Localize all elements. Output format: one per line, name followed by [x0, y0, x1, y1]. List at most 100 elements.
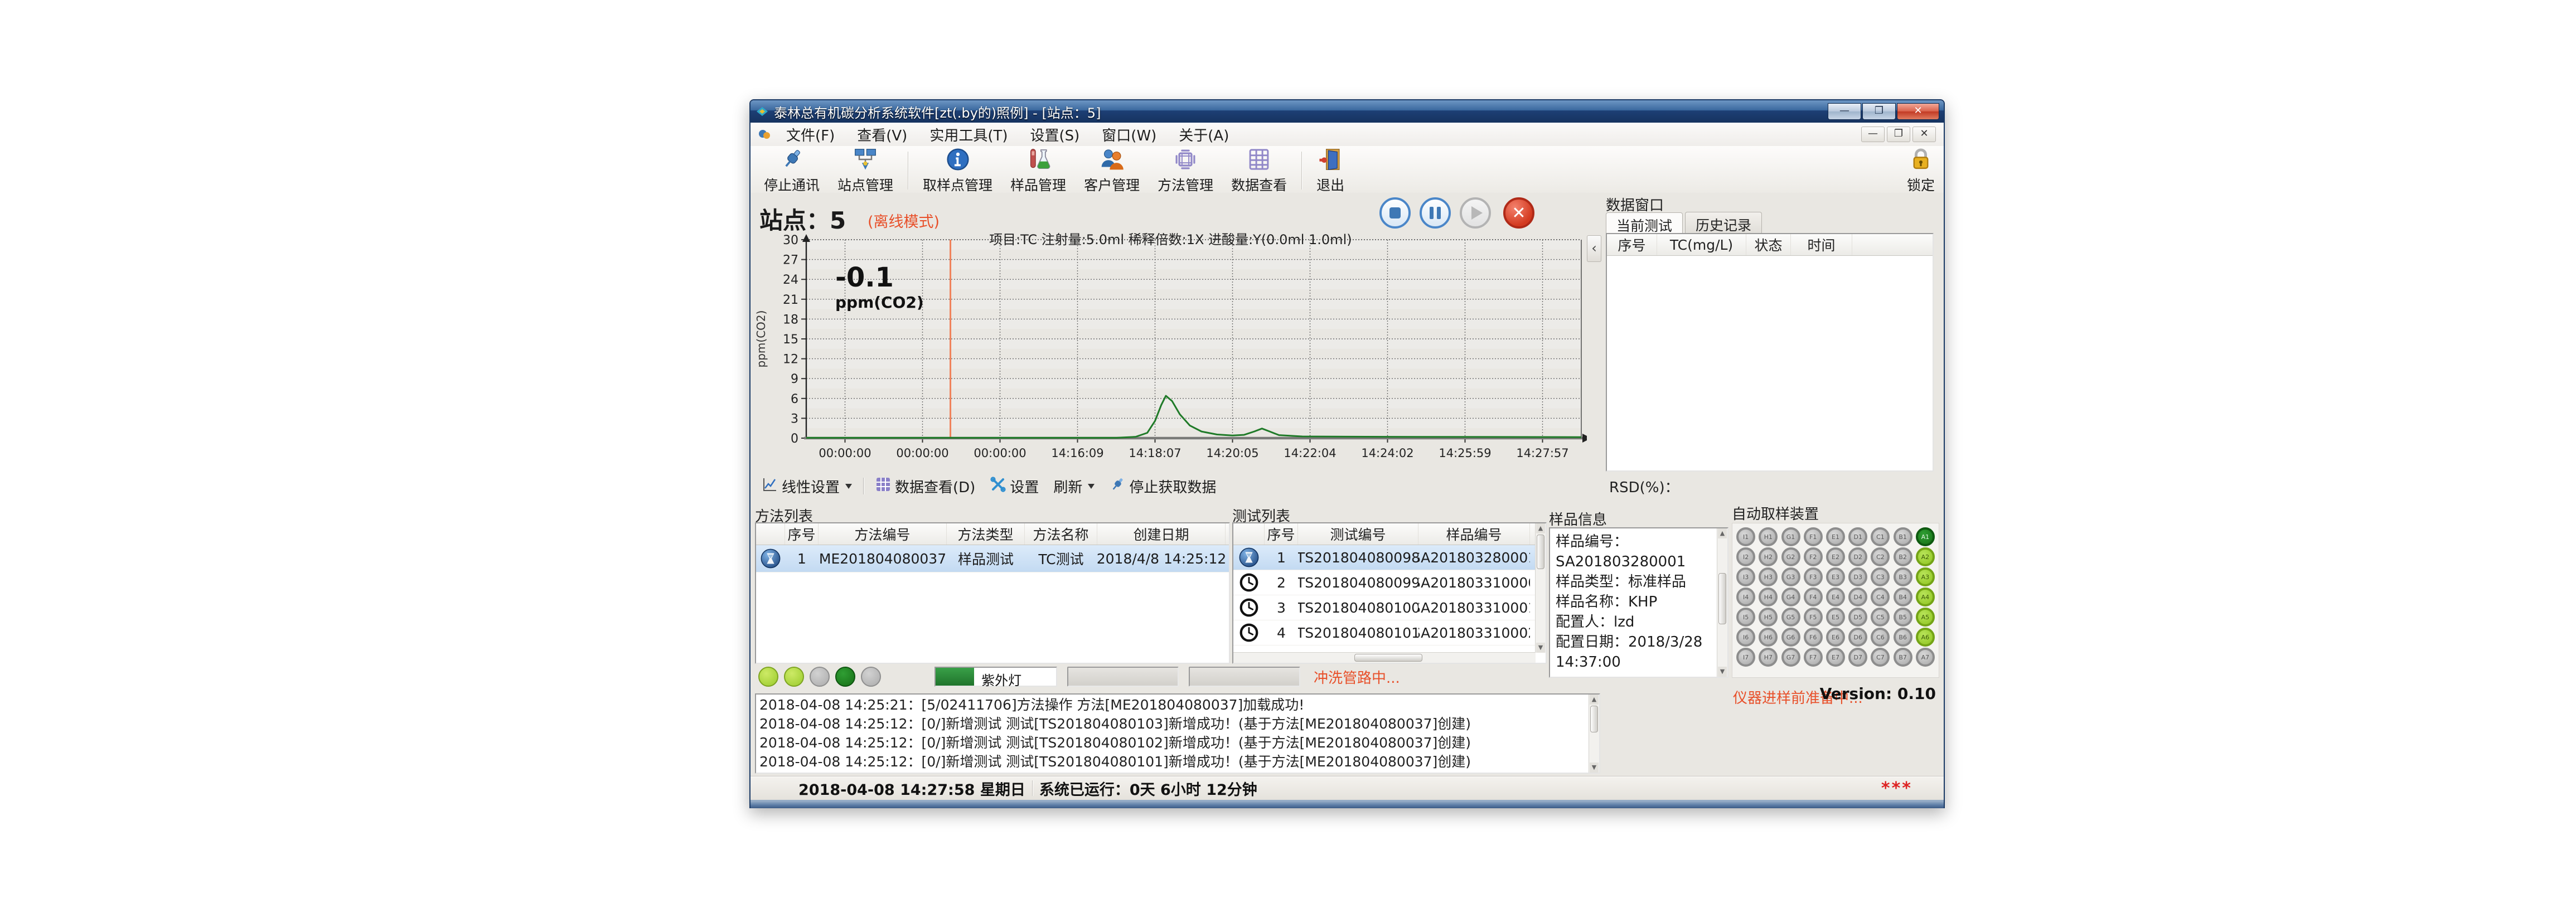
test-row[interactable]: 3TS201804080100SA201803310001: [1233, 595, 1546, 620]
test-row[interactable]: 1TS201804080098SA201803280001: [1233, 545, 1546, 570]
autosampler-grid[interactable]: I1H1G1F1E1D1C1B1A1I2H2G2F2E2D2C2B2A2I3H3…: [1732, 523, 1939, 678]
method-col-4[interactable]: 方法名称: [1025, 523, 1097, 545]
vial-C7[interactable]: C7: [1871, 648, 1890, 667]
vial-C6[interactable]: C6: [1871, 628, 1890, 647]
vial-C4[interactable]: C4: [1871, 588, 1890, 606]
result-col-2[interactable]: TC(mg/L): [1657, 234, 1746, 255]
刷新-button[interactable]: 刷新: [1048, 474, 1100, 498]
vial-H3[interactable]: H3: [1759, 567, 1778, 586]
vial-B4[interactable]: B4: [1894, 588, 1912, 606]
vial-H5[interactable]: H5: [1759, 608, 1778, 627]
minimize-button[interactable]: —: [1828, 103, 1861, 120]
vial-D2[interactable]: D2: [1848, 547, 1867, 566]
vial-G5[interactable]: G5: [1781, 608, 1800, 627]
vial-G7[interactable]: G7: [1781, 648, 1800, 667]
sample-info-scrollbar[interactable]: ▲▼: [1717, 528, 1727, 677]
vial-D6[interactable]: D6: [1848, 628, 1867, 647]
scroll-up-arrow[interactable]: ▲: [1536, 523, 1545, 533]
vial-H2[interactable]: H2: [1759, 547, 1778, 566]
vial-E4[interactable]: E4: [1826, 588, 1845, 606]
test-row[interactable]: 4TS201804080101SA201803310002: [1233, 620, 1546, 645]
vial-B5[interactable]: B5: [1894, 608, 1912, 627]
vial-D1[interactable]: D1: [1848, 527, 1867, 546]
数据查看(D)-button[interactable]: 数据查看(D): [869, 474, 981, 498]
数据查看-button[interactable]: 数据查看: [1222, 147, 1296, 194]
scroll-down-arrow[interactable]: ▼: [1536, 643, 1545, 653]
test-row[interactable]: 2TS201804080099SA201803310000: [1233, 570, 1546, 595]
vial-G1[interactable]: G1: [1781, 527, 1800, 546]
vial-C1[interactable]: C1: [1871, 527, 1890, 546]
test-col-2[interactable]: 测试编号: [1298, 523, 1418, 545]
样品管理-button[interactable]: 样品管理: [1001, 147, 1075, 194]
menu-item-1[interactable]: 文件(F): [775, 122, 846, 147]
退出-button[interactable]: 退出: [1308, 147, 1353, 194]
vial-E3[interactable]: E3: [1826, 567, 1845, 586]
vial-I6[interactable]: I6: [1736, 628, 1755, 647]
vial-C2[interactable]: C2: [1871, 547, 1890, 566]
menu-item-3[interactable]: 实用工具(T): [918, 122, 1019, 147]
vial-D5[interactable]: D5: [1848, 608, 1867, 627]
vial-B7[interactable]: B7: [1894, 648, 1912, 667]
设置-button[interactable]: 设置: [984, 474, 1044, 498]
test-table-hscrollbar[interactable]: [1233, 652, 1536, 663]
vial-A2[interactable]: A2: [1916, 547, 1935, 566]
vial-I2[interactable]: I2: [1736, 547, 1755, 566]
站点管理-button[interactable]: 站点管理: [829, 147, 902, 194]
method-col-2[interactable]: 方法编号: [819, 523, 947, 545]
停止获取数据-button[interactable]: 停止获取数据: [1103, 474, 1222, 498]
vial-B3[interactable]: B3: [1894, 567, 1912, 586]
vial-G3[interactable]: G3: [1781, 567, 1800, 586]
lock-button[interactable]: 锁定: [1907, 147, 1935, 195]
vial-G6[interactable]: G6: [1781, 628, 1800, 647]
stop-acquire-button[interactable]: [1379, 197, 1411, 229]
vial-A4[interactable]: A4: [1916, 588, 1935, 606]
线性设置-button[interactable]: 线性设置: [756, 474, 858, 498]
vial-I3[interactable]: I3: [1736, 567, 1755, 586]
result-table[interactable]: 序号TC(mg/L)状态时间: [1606, 233, 1934, 472]
menu-item-6[interactable]: 关于(A): [1168, 122, 1240, 147]
停止通讯-button[interactable]: 停止通讯: [755, 147, 829, 194]
log-scrollbar[interactable]: ▲▼: [1589, 695, 1599, 773]
close-button[interactable]: ✕: [1897, 103, 1939, 120]
vial-C5[interactable]: C5: [1871, 608, 1890, 627]
vial-E1[interactable]: E1: [1826, 527, 1845, 546]
vial-H6[interactable]: H6: [1759, 628, 1778, 647]
event-log[interactable]: 2018-04-08 14:25:21：[5/02411706]方法操作 方法[…: [755, 693, 1600, 774]
vial-G4[interactable]: G4: [1781, 588, 1800, 606]
vial-D4[interactable]: D4: [1848, 588, 1867, 606]
客户管理-button[interactable]: 客户管理: [1075, 147, 1149, 194]
vial-H1[interactable]: H1: [1759, 527, 1778, 546]
vial-E6[interactable]: E6: [1826, 628, 1845, 647]
method-col-3[interactable]: 方法类型: [947, 523, 1025, 545]
vial-A1[interactable]: A1: [1916, 527, 1935, 546]
result-col-4[interactable]: 时间: [1791, 234, 1852, 255]
vial-F7[interactable]: F7: [1804, 648, 1823, 667]
vial-A6[interactable]: A6: [1916, 628, 1935, 647]
取样点管理-button[interactable]: 取样点管理: [914, 147, 1001, 194]
chromatogram-chart[interactable]: 03691215182124273000:00:0000:00:0000:00:…: [755, 233, 1587, 472]
test-col-1[interactable]: 序号: [1265, 523, 1298, 545]
vial-I1[interactable]: I1: [1736, 527, 1755, 546]
result-col-3[interactable]: 状态: [1746, 234, 1791, 255]
vial-E2[interactable]: E2: [1826, 547, 1845, 566]
vial-G2[interactable]: G2: [1781, 547, 1800, 566]
vial-B2[interactable]: B2: [1894, 547, 1912, 566]
play-button[interactable]: [1460, 197, 1491, 229]
menu-item-2[interactable]: 查看(V): [846, 122, 918, 147]
test-table[interactable]: 序号测试编号样品编号1TS201804080098SA2018032800012…: [1232, 522, 1547, 664]
vial-H4[interactable]: H4: [1759, 588, 1778, 606]
vial-H7[interactable]: H7: [1759, 648, 1778, 667]
vial-A3[interactable]: A3: [1916, 567, 1935, 586]
vial-F3[interactable]: F3: [1804, 567, 1823, 586]
vial-E5[interactable]: E5: [1826, 608, 1845, 627]
vial-D3[interactable]: D3: [1848, 567, 1867, 586]
vial-F6[interactable]: F6: [1804, 628, 1823, 647]
test-table-vscrollbar[interactable]: ▲▼: [1535, 523, 1546, 653]
mdi-close-button[interactable]: ✕: [1912, 127, 1936, 142]
collapse-panel-button[interactable]: ‹: [1587, 235, 1601, 262]
vial-F1[interactable]: F1: [1804, 527, 1823, 546]
vial-I4[interactable]: I4: [1736, 588, 1755, 606]
test-col-3[interactable]: 样品编号: [1418, 523, 1530, 545]
vial-F2[interactable]: F2: [1804, 547, 1823, 566]
vial-I7[interactable]: I7: [1736, 648, 1755, 667]
